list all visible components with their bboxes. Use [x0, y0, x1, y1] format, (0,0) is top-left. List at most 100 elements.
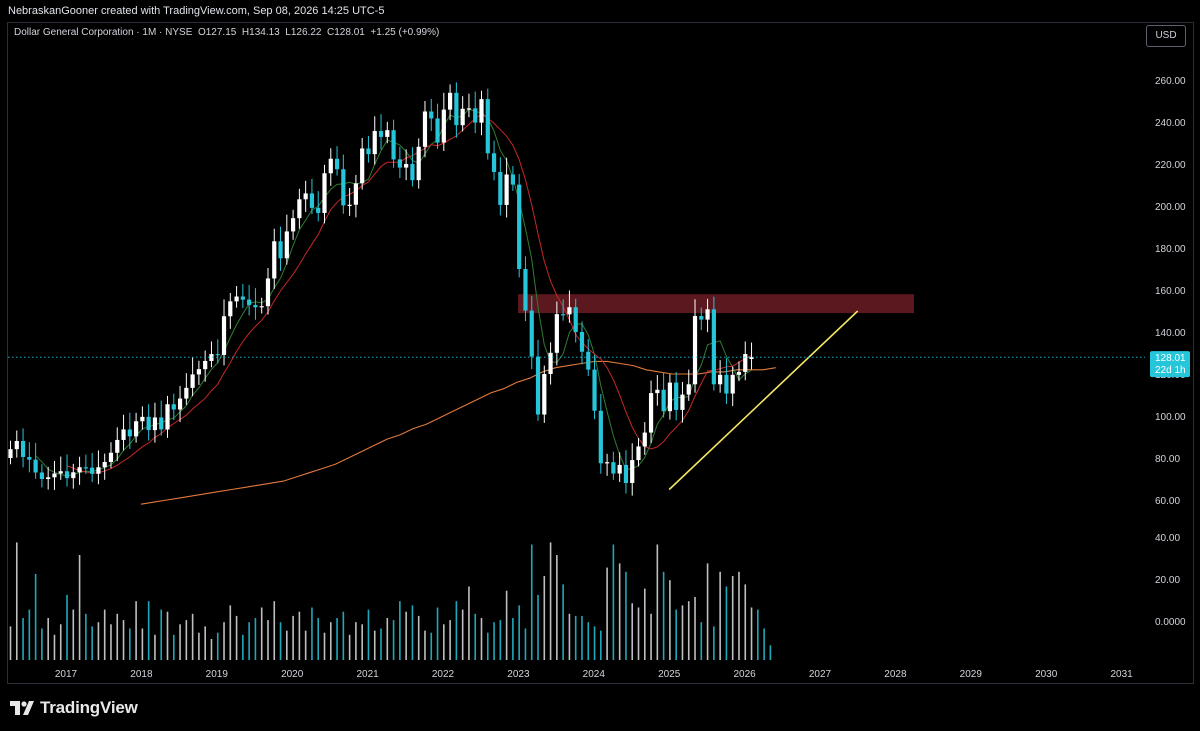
- volume-bar: [235, 615, 238, 660]
- volume-bar: [386, 618, 389, 660]
- candle-body: [554, 314, 559, 353]
- candle-body: [52, 473, 57, 478]
- volume-bar: [581, 615, 583, 660]
- volume-bar: [738, 571, 740, 660]
- volume-bar: [166, 611, 169, 660]
- time-axis-label: 2027: [809, 669, 832, 680]
- candle-body: [347, 204, 352, 206]
- candle-body: [152, 417, 158, 431]
- candle-body: [479, 99, 484, 123]
- volume-bar: [763, 628, 765, 660]
- candle-body: [221, 316, 227, 355]
- volume-bar: [681, 605, 684, 660]
- candle-body: [404, 164, 409, 168]
- volume-bar: [355, 622, 357, 660]
- candle-body: [510, 174, 515, 185]
- volume-bar: [216, 632, 219, 660]
- volume-bar: [493, 622, 495, 660]
- time-axis-label: 2030: [1035, 669, 1058, 680]
- volume-bar: [28, 609, 31, 660]
- time-axis-label: 2018: [130, 669, 153, 680]
- candle-body: [134, 421, 139, 437]
- volume-bar: [556, 555, 558, 660]
- volume-bar: [625, 571, 627, 660]
- candle-body: [460, 108, 465, 126]
- volume-bar: [242, 634, 244, 660]
- price-axis-label: 140.00: [1155, 328, 1186, 339]
- volume-bar: [706, 563, 709, 660]
- volume-bar: [380, 628, 382, 660]
- volume-bar: [669, 580, 671, 660]
- time-axis-label: 2031: [1110, 669, 1133, 680]
- candle-body: [272, 241, 277, 279]
- volume-bar: [97, 622, 100, 660]
- candle-body: [196, 369, 201, 375]
- price-chart[interactable]: 260.00 240.00 220.00 200.00 180.00 160.00 140.…: [0, 0, 1200, 731]
- volume-bar: [449, 620, 451, 660]
- candle-body: [630, 460, 635, 483]
- candle-body: [215, 354, 220, 356]
- candle-body: [360, 148, 365, 184]
- candle-body: [171, 404, 176, 410]
- volume-bar: [399, 601, 401, 660]
- candle-body: [366, 148, 371, 155]
- candle-body: [303, 193, 308, 200]
- volume-bar: [15, 542, 18, 660]
- time-axis-label: 2028: [884, 669, 907, 680]
- candle-body: [203, 360, 208, 370]
- time-axis-label: 2020: [281, 669, 304, 680]
- candle-body: [265, 278, 271, 307]
- candle-body: [247, 299, 252, 305]
- candle-body: [291, 218, 296, 232]
- candle-body: [548, 352, 553, 374]
- candle-body: [140, 416, 145, 422]
- volume-bar: [612, 544, 615, 660]
- volume-bar: [443, 624, 445, 660]
- candle-body: [605, 462, 610, 464]
- volume-bar: [116, 613, 119, 660]
- candle-body: [686, 384, 691, 395]
- candle-body: [718, 374, 723, 385]
- volume-bar: [505, 590, 508, 660]
- legend-close: 128.01: [334, 27, 365, 38]
- price-axis-label: 260.00: [1155, 76, 1186, 87]
- candle-body: [90, 467, 95, 474]
- candle-body: [240, 296, 245, 300]
- candle-body: [190, 374, 195, 388]
- currency-button[interactable]: USD: [1146, 25, 1186, 47]
- candle-body: [648, 393, 654, 433]
- candle-body: [435, 118, 440, 143]
- volume-bar: [172, 634, 175, 660]
- candle-body: [561, 314, 566, 316]
- price-axis-label: 200.00: [1155, 202, 1186, 213]
- candle-body: [39, 472, 44, 479]
- candle-body: [454, 92, 459, 126]
- volume-bar: [455, 601, 458, 660]
- candle-body: [724, 374, 729, 394]
- volume-bar: [537, 594, 539, 660]
- volume-bar: [91, 626, 93, 660]
- candle-body: [259, 306, 264, 308]
- volume-bar: [53, 634, 56, 660]
- volume-bar: [719, 571, 721, 660]
- volume-bar: [122, 620, 125, 660]
- volume-axis-label: 40.00: [1155, 533, 1180, 544]
- price-axis-label: 240.00: [1155, 118, 1186, 129]
- volume-bar: [191, 613, 194, 660]
- candle-body: [736, 371, 742, 375]
- volume-bar: [436, 607, 439, 660]
- candle-body: [692, 316, 698, 385]
- volume-bar: [103, 609, 106, 660]
- volume-bar: [430, 632, 433, 660]
- candle-body: [699, 316, 704, 320]
- volume-bar: [725, 586, 728, 660]
- volume-bar: [304, 630, 307, 660]
- trendline: [668, 310, 859, 491]
- candle-body: [542, 374, 547, 415]
- volume-bar: [141, 628, 144, 660]
- volume-bar: [279, 622, 282, 660]
- tradingview-logo[interactable]: TradingView: [10, 695, 138, 721]
- candle-body: [108, 452, 114, 462]
- volume-bar: [248, 622, 250, 660]
- candle-body: [573, 307, 578, 332]
